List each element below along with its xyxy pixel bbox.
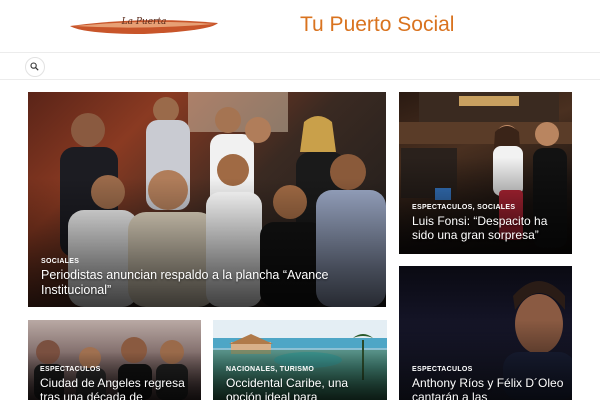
article-title[interactable]: Ciudad de Angeles regresa tras una décad…: [40, 376, 200, 400]
logo-text: La Puerta: [121, 17, 167, 27]
article-category[interactable]: ESPECTACULOS: [412, 366, 473, 373]
article-category[interactable]: ESPECTACULOS, SOCIALES: [412, 204, 515, 211]
article-title[interactable]: Occidental Caribe, una opción ideal para: [226, 376, 382, 400]
article-category[interactable]: NACIONALES, TURISMO: [226, 366, 314, 373]
article-card[interactable]: ESPECTACULOS Ciudad de Angeles regresa t…: [28, 320, 201, 400]
article-category[interactable]: ESPECTACULOS: [40, 366, 101, 373]
article-title[interactable]: Periodistas anuncian respaldo a la planc…: [41, 268, 361, 298]
article-card[interactable]: ESPECTACULOS Anthony Ríos y Félix D´Oleo…: [399, 266, 572, 400]
search-icon: [30, 62, 39, 71]
search-button[interactable]: [25, 57, 45, 77]
article-title[interactable]: Anthony Ríos y Félix D´Oleo cantarán a l…: [412, 376, 564, 400]
article-card[interactable]: NACIONALES, TURISMO Occidental Caribe, u…: [213, 320, 387, 400]
site-logo[interactable]: La Puerta: [68, 14, 220, 36]
article-title[interactable]: Luis Fonsi: “Despacito ha sido una gran …: [412, 214, 564, 242]
site-header: La Puerta Tu Puerto Social: [0, 0, 600, 52]
article-category[interactable]: SOCIALES: [41, 258, 79, 265]
featured-article-card[interactable]: SOCIALES Periodistas anuncian respaldo a…: [28, 92, 386, 307]
article-card[interactable]: ESPECTACULOS, SOCIALES Luis Fonsi: “Desp…: [399, 92, 572, 254]
site-title[interactable]: Tu Puerto Social: [300, 12, 454, 38]
nav-bar: [0, 52, 600, 80]
